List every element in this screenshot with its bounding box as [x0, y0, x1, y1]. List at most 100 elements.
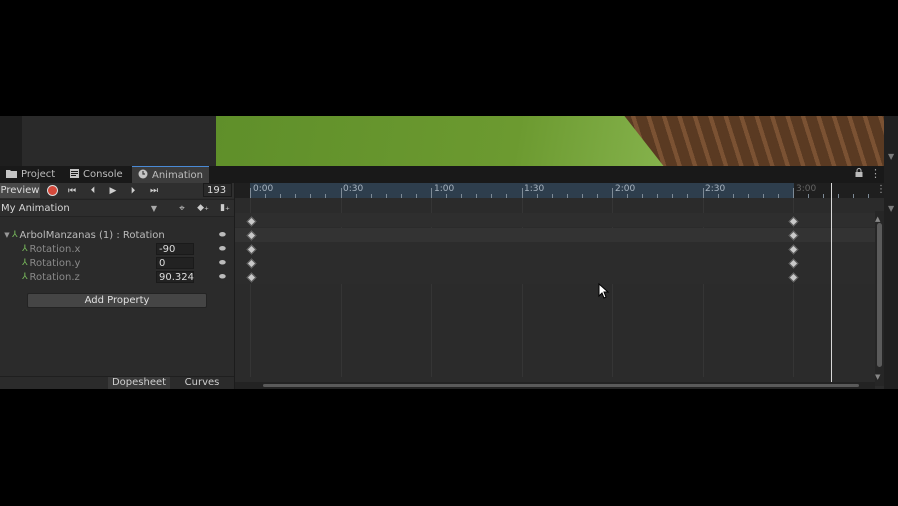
keyframe-dot-icon[interactable]: ⬬: [219, 230, 226, 240]
ruler-minor-tick: [823, 194, 825, 198]
ruler-label-180: 3:00: [796, 184, 817, 194]
track-rotation-x[interactable]: [235, 242, 875, 256]
add-event-icon[interactable]: ▮₊: [216, 200, 234, 216]
previous-keyframe-icon[interactable]: ⏴: [84, 184, 102, 197]
last-keyframe-icon[interactable]: ⏭: [145, 184, 163, 197]
scene-panel-edge: [0, 116, 22, 166]
ruler-major-tick: [793, 188, 794, 198]
triangle-down-icon: ▼: [888, 204, 895, 213]
ruler-minor-tick: [280, 194, 282, 198]
ruler-minor-tick: [265, 194, 267, 198]
scroll-down-icon[interactable]: ▼: [875, 373, 880, 381]
view-mode-tabs: Dopesheet Curves: [0, 376, 234, 389]
horizontal-scroll-thumb[interactable]: [263, 384, 859, 387]
add-keyframe-icon[interactable]: ◆₊: [194, 200, 212, 216]
playhead[interactable]: [831, 183, 832, 389]
ruler-minor-tick: [491, 194, 493, 198]
ruler-minor-tick: [657, 194, 659, 198]
folder-icon: [6, 169, 17, 181]
property-value-field[interactable]: 90.324: [156, 271, 194, 283]
triangle-down-icon[interactable]: ▼: [2, 231, 12, 239]
tab-project-label: Project: [21, 169, 56, 180]
kebab-menu-icon[interactable]: ⋮: [876, 184, 884, 195]
kebab-menu-icon[interactable]: ⋮: [870, 167, 881, 180]
property-label: Rotation.y: [29, 257, 81, 269]
group-track[interactable]: [235, 228, 875, 242]
ruler-minor-tick: [551, 194, 553, 198]
wooden-deck: [616, 116, 884, 166]
scroll-up-icon[interactable]: ▲: [875, 215, 880, 223]
property-group-label: ArbolManzanas (1) : Rotation: [19, 229, 165, 241]
property-row-rotation-z[interactable]: ⅄ Rotation.z 90.324 ⬬: [0, 270, 234, 284]
ruler-minor-tick: [476, 194, 478, 198]
tab-console[interactable]: Console: [64, 166, 129, 183]
animation-property-panel: Preview ⏮ ⏴ ▶ ⏵ ⏭ 193 My Animation ▼ ⌖ ◆…: [0, 183, 235, 389]
property-row-rotation-x[interactable]: ⅄ Rotation.x -90 ⬬: [0, 242, 234, 256]
record-icon[interactable]: [43, 184, 61, 197]
tab-project[interactable]: Project: [0, 166, 61, 183]
ruler-minor-tick: [717, 194, 719, 198]
mouse-cursor-icon: [598, 282, 610, 299]
ruler-minor-tick: [461, 194, 463, 198]
ruler-minor-tick: [325, 194, 327, 198]
ruler-minor-tick: [762, 194, 764, 198]
keyframe-dot-icon[interactable]: ⬬: [219, 258, 226, 268]
ruler-minor-tick: [581, 194, 583, 198]
property-value-field[interactable]: -90: [156, 243, 194, 255]
ruler-major-tick: [612, 188, 613, 198]
ruler-minor-tick: [370, 194, 372, 198]
property-group-row[interactable]: ▼ ⅄ ArbolManzanas (1) : Rotation ⬬: [0, 228, 234, 242]
play-icon[interactable]: ▶: [104, 184, 122, 197]
clip-toolbar: My Animation ▼ ⌖ ◆₊ ▮₊: [0, 199, 234, 217]
vertical-scrollbar[interactable]: [875, 211, 884, 386]
ruler-major-tick: [521, 188, 523, 198]
track-rotation-z[interactable]: [235, 270, 875, 284]
lock-icon[interactable]: [855, 168, 863, 180]
transform-axis-icon: ⅄: [22, 272, 28, 282]
horizontal-scrollbar[interactable]: [235, 382, 875, 389]
dopesheet-timeline[interactable]: 0:00 0:30 1:00 1:30 2:00 2:30 3:00 ⋮ ▲ ▼: [235, 183, 884, 389]
next-keyframe-icon[interactable]: ⏵: [124, 184, 142, 197]
ruler-minor-tick: [355, 194, 357, 198]
property-row-rotation-y[interactable]: ⅄ Rotation.y 0 ⬬: [0, 256, 234, 270]
ruler-minor-tick: [747, 194, 749, 198]
tab-curves[interactable]: Curves: [172, 377, 232, 389]
ruler-major-tick: [250, 188, 251, 198]
tab-animation[interactable]: Animation: [132, 166, 209, 183]
ruler-minor-tick: [777, 194, 779, 198]
ruler-minor-tick: [446, 194, 448, 198]
keyframe-dot-icon[interactable]: ⬬: [219, 244, 226, 254]
property-value-field[interactable]: 0: [156, 257, 194, 269]
property-label: Rotation.x: [29, 243, 81, 255]
ruler-major-tick: [431, 188, 432, 198]
side-strip: [884, 166, 898, 389]
unity-editor: ▼ Project Console Animation ⋮ Preview ⏮ …: [0, 116, 898, 389]
vertical-scroll-thumb[interactable]: [877, 223, 882, 367]
console-icon: [70, 168, 79, 181]
tab-dopesheet[interactable]: Dopesheet: [108, 377, 170, 389]
ruler-minor-tick: [400, 194, 402, 198]
ruler-minor-tick: [642, 194, 644, 198]
preview-button[interactable]: Preview: [0, 183, 40, 198]
ruler-minor-tick: [627, 194, 629, 198]
chevron-down-icon: ▼: [150, 203, 157, 213]
keyframe-dot-icon[interactable]: ⬬: [219, 272, 226, 282]
ruler-minor-tick: [687, 194, 689, 198]
summary-track[interactable]: [235, 213, 875, 227]
property-label: Rotation.z: [29, 271, 80, 283]
add-property-button[interactable]: Add Property: [27, 293, 207, 308]
track-rotation-y[interactable]: [235, 256, 875, 270]
clip-dropdown[interactable]: My Animation ▼: [0, 200, 160, 216]
first-keyframe-icon[interactable]: ⏮: [63, 184, 81, 197]
ruler-minor-tick: [295, 194, 297, 198]
time-ruler[interactable]: 0:00 0:30 1:00 1:30 2:00 2:30 3:00: [235, 183, 884, 198]
transform-axis-icon: ⅄: [12, 230, 18, 240]
scene-view[interactable]: [216, 116, 884, 166]
tab-animation-label: Animation: [152, 169, 203, 181]
triangle-down-icon: ▼: [888, 152, 895, 161]
hierarchy-panel-strip: [22, 116, 216, 166]
tab-console-label: Console: [83, 169, 123, 180]
target-icon[interactable]: ⌖: [173, 200, 191, 216]
ruler-label-60: 1:00: [434, 184, 455, 194]
frame-field[interactable]: 193: [203, 183, 232, 197]
